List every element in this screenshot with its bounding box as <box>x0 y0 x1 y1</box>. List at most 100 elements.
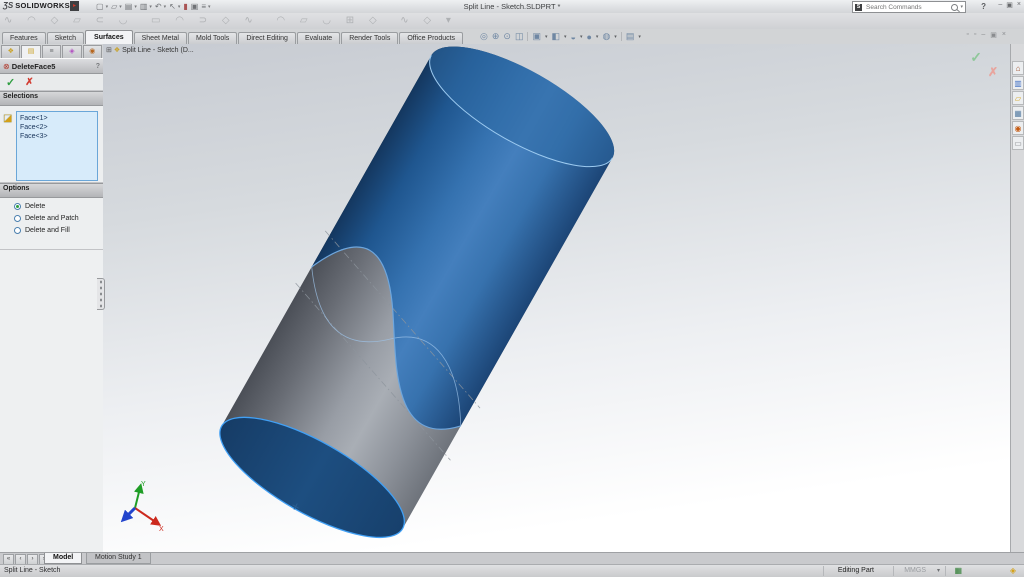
search-icon[interactable] <box>951 4 958 11</box>
zoom-to-selection-icon[interactable]: ⊙ <box>503 31 511 42</box>
property-manager-header: ⊗ DeleteFace5 ? <box>0 58 103 74</box>
panel-splitter-handle[interactable] <box>97 278 105 310</box>
display-style-icon[interactable]: ◧ <box>552 31 561 42</box>
triad-x-axis <box>135 508 157 523</box>
tag-status-icon[interactable]: ◈ <box>1010 566 1016 575</box>
triad-x-label: X <box>159 526 164 533</box>
tab-model[interactable]: Model <box>44 553 82 564</box>
tab-mold-tools[interactable]: Mold Tools <box>188 32 237 44</box>
view-settings-caret-icon[interactable]: ▾ <box>638 34 641 40</box>
doc-minimize-button[interactable]: – <box>981 31 985 39</box>
orientation-triad: Y X <box>113 478 171 536</box>
pm-help-icon[interactable]: ? <box>96 63 100 70</box>
view-orientation-caret-icon[interactable]: ▾ <box>545 34 548 40</box>
configuration-manager-tab-icon[interactable]: ≡ <box>49 48 53 55</box>
status-bar: Split Line - Sketch Editing Part MMGS ▾ … <box>0 564 1024 577</box>
command-manager-tab-row: Features Sketch Surfaces Sheet Metal Mol… <box>0 29 1024 45</box>
help-button[interactable]: ? <box>981 2 986 11</box>
confirmation-corner-cancel[interactable]: ✗ <box>988 65 998 79</box>
tab-sketch[interactable]: Sketch <box>47 32 84 44</box>
section-view-icon[interactable]: ◫ <box>515 31 524 42</box>
toolbar-separator <box>527 32 528 41</box>
surfaces-toolbar-icons[interactable]: ∿ ◠ ◇ ▱ ⊂ ◡ ▭ ◠ ⊃ ◇ ∿ ◠ ▱ ◡ ⊞ ◇ ∿ ◇ ▾ <box>4 15 457 26</box>
heads-up-view-toolbar: ◎ ⊕ ⊙ ◫ ▣▾ ◧▾ ◒▾ ●▾ ◍▾ ▤▾ <box>480 31 641 42</box>
hide-show-caret-icon[interactable]: ▾ <box>580 34 583 40</box>
property-manager-tab-icon[interactable]: ▤ <box>28 48 35 55</box>
radio-delete-and-fill-button[interactable] <box>14 227 21 234</box>
doc-tile-icon[interactable]: ▫ <box>974 31 976 39</box>
tab-motion-study[interactable]: Motion Study 1 <box>86 553 151 564</box>
confirmation-corner-ok[interactable]: ✓ <box>970 49 982 66</box>
face-selection-listbox[interactable]: Face<1> Face<2> Face<3> <box>16 111 98 181</box>
part-icon: ❖ <box>114 46 120 54</box>
search-commands-box[interactable]: S ▾ <box>852 1 966 13</box>
close-button[interactable]: × <box>1017 1 1021 9</box>
selections-group: ◪ Face<1> Face<2> Face<3> <box>0 106 103 183</box>
radio-delete-and-patch-label: Delete and Patch <box>25 215 79 222</box>
appearance-caret-icon[interactable]: ▾ <box>596 34 599 40</box>
feature-tree-flyout[interactable]: ⊞ ❖ Split Line - Sketch (D... <box>106 46 194 54</box>
zoom-to-fit-icon[interactable]: ◎ <box>480 31 488 42</box>
dimxpert-manager-tab-icon[interactable]: ◈ <box>69 48 74 55</box>
design-library-icon[interactable]: ▥ <box>1014 79 1022 88</box>
view-settings-icon[interactable]: ▤ <box>626 31 635 42</box>
display-style-caret-icon[interactable]: ▾ <box>564 34 567 40</box>
radio-delete-and-fill-label: Delete and Fill <box>25 227 70 234</box>
search-caret-icon[interactable]: ▾ <box>960 4 963 10</box>
display-manager-tab-icon[interactable]: ◉ <box>89 48 95 55</box>
custom-properties-status-icon[interactable]: ▦ <box>954 566 962 575</box>
zoom-to-area-icon[interactable]: ⊕ <box>492 31 500 42</box>
tab-evaluate[interactable]: Evaluate <box>297 32 340 44</box>
view-orientation-icon[interactable]: ▣ <box>532 31 541 42</box>
tab-surfaces[interactable]: Surfaces <box>85 30 133 44</box>
radio-delete-and-fill[interactable]: Delete and Fill <box>14 227 103 234</box>
pm-ok-button[interactable]: ✓ <box>6 76 15 89</box>
solidworks-resources-icon[interactable]: ⌂ <box>1016 64 1021 73</box>
status-message: Split Line - Sketch <box>4 567 60 574</box>
doc-close-button[interactable]: × <box>1002 31 1006 39</box>
tab-features[interactable]: Features <box>2 32 46 44</box>
edit-appearance-icon[interactable]: ● <box>586 32 591 42</box>
units-label[interactable]: MMGS <box>904 567 926 574</box>
search-input[interactable] <box>864 3 949 12</box>
tab-direct-editing[interactable]: Direct Editing <box>238 32 296 44</box>
graphics-viewport[interactable]: ⊞ ❖ Split Line - Sketch (D... ✓ ✗ Y X <box>103 44 1010 552</box>
tab-render-tools[interactable]: Render Tools <box>341 32 398 44</box>
radio-delete-and-patch-button[interactable] <box>14 215 21 222</box>
scene-caret-icon[interactable]: ▾ <box>614 34 617 40</box>
selected-face-item[interactable]: Face<2> <box>17 123 97 132</box>
editing-mode-label: Editing Part <box>838 567 874 574</box>
triad-z-axis <box>125 508 135 518</box>
toolbar-separator <box>621 32 622 41</box>
restore-button[interactable]: ▣ <box>1006 1 1013 9</box>
hide-show-items-icon[interactable]: ◒ <box>571 32 576 42</box>
radio-delete-and-patch[interactable]: Delete and Patch <box>14 215 103 222</box>
custom-properties-icon[interactable]: ▭ <box>1014 139 1022 148</box>
tab-office-products[interactable]: Office Products <box>399 32 463 44</box>
tab-sheet-metal[interactable]: Sheet Metal <box>134 32 187 44</box>
tree-expand-icon[interactable]: ⊞ <box>106 46 112 54</box>
manager-pane-tabs: ❖ ▤ ≡ ◈ ◉ <box>0 44 103 58</box>
face-selection-icon: ◪ <box>3 113 12 124</box>
selected-face-item[interactable]: Face<1> <box>17 114 97 123</box>
doc-restore-button[interactable]: ▣ <box>990 31 997 39</box>
view-palette-icon[interactable]: ▦ <box>1014 109 1022 118</box>
surfaces-toolbar: ∿ ◠ ◇ ▱ ⊂ ◡ ▭ ◠ ⊃ ◇ ∿ ◠ ▱ ◡ ⊞ ◇ ∿ ◇ ▾ <box>0 13 1024 30</box>
doc-cascade-icon[interactable]: ▫ <box>966 31 968 39</box>
units-caret-icon[interactable]: ▾ <box>937 567 940 574</box>
tree-item-label[interactable]: Split Line - Sketch (D... <box>122 47 194 54</box>
selected-face-item[interactable]: Face<3> <box>17 132 97 141</box>
apply-scene-icon[interactable]: ◍ <box>602 31 610 42</box>
document-window-controls: ▫ ▫ – ▣ × <box>966 31 1006 39</box>
file-explorer-icon[interactable]: ▱ <box>1015 94 1021 103</box>
radio-delete-button[interactable] <box>14 203 21 210</box>
minimize-button[interactable]: – <box>998 1 1002 9</box>
cylinder-model[interactable] <box>103 44 1010 552</box>
appearances-icon[interactable]: ◉ <box>1015 124 1022 133</box>
pm-cancel-button[interactable]: ✗ <box>25 77 33 88</box>
feature-title: DeleteFace5 <box>12 62 94 71</box>
radio-delete[interactable]: Delete <box>14 203 103 210</box>
selections-section-header[interactable]: Selections <box>0 91 103 106</box>
feature-manager-tab-icon[interactable]: ❖ <box>8 48 14 55</box>
options-section-header[interactable]: Options <box>0 183 103 198</box>
